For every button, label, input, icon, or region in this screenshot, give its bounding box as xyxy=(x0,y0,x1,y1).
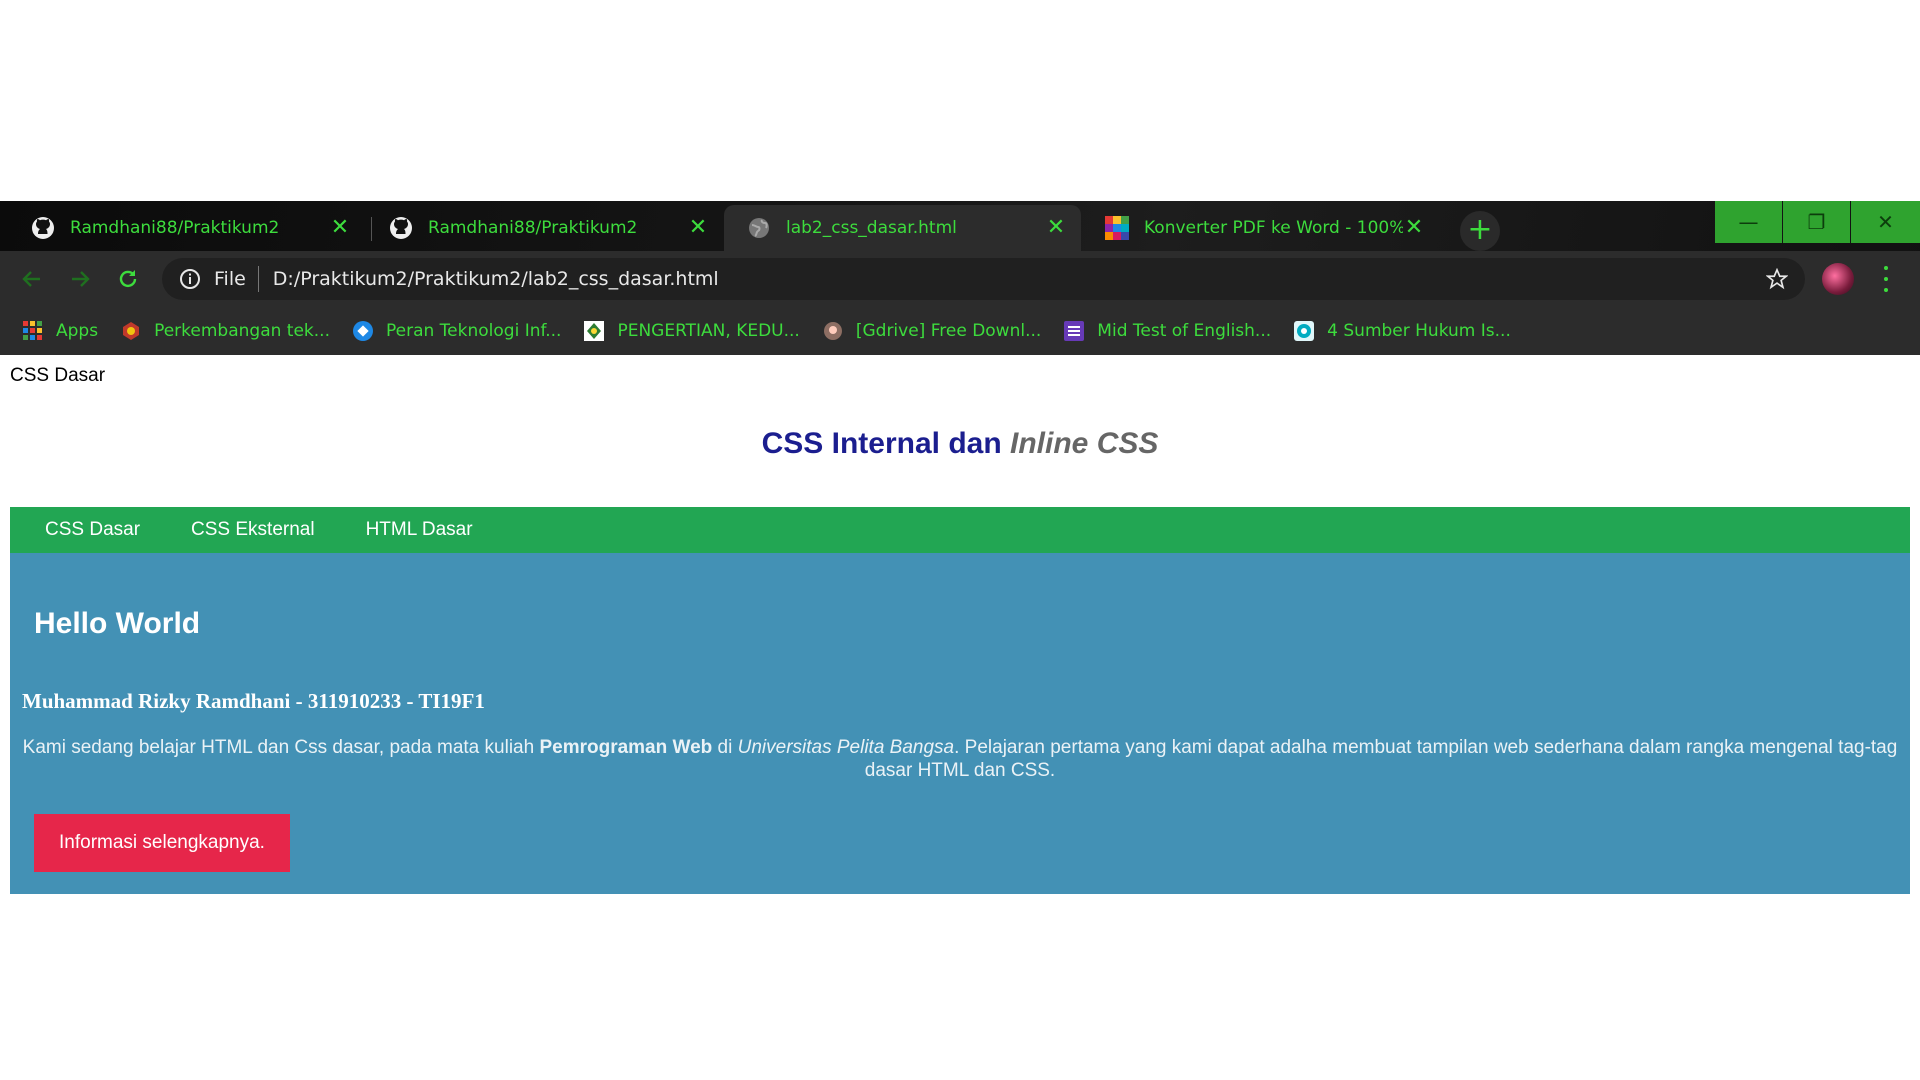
nav-link-css-eksternal[interactable]: CSS Eksternal xyxy=(166,507,341,553)
back-button[interactable] xyxy=(14,261,50,297)
hello-heading: Hello World xyxy=(34,607,201,640)
bookmark-site-icon xyxy=(583,320,605,342)
nav-bar: CSS Dasar CSS Eksternal HTML Dasar xyxy=(10,507,1910,553)
desc-italic: Universitas Pelita Bangsa xyxy=(737,737,955,758)
bookmarks-bar: Apps Perkembangan tek... Peran Teknologi… xyxy=(0,307,1920,355)
content-panel: Hello World Muhammad Rizky Ramdhani - 31… xyxy=(10,553,1910,894)
reload-button[interactable] xyxy=(110,261,146,297)
forms-icon xyxy=(1063,320,1085,342)
bookmark-item[interactable]: Mid Test of English... xyxy=(1063,320,1271,342)
desc-part1: Kami sedang belajar HTML dan Css dasar, … xyxy=(22,737,540,758)
tab-konverter[interactable]: Konverter PDF ke Word - 100% G ✕ xyxy=(1082,205,1439,251)
star-icon[interactable] xyxy=(1757,259,1797,299)
reload-icon xyxy=(119,270,137,288)
profile-avatar[interactable] xyxy=(1822,263,1854,295)
address-bar[interactable]: File D:/Praktikum2/Praktikum2/lab2_css_d… xyxy=(162,258,1805,300)
forward-button[interactable] xyxy=(62,261,98,297)
bookmark-label: PENGERTIAN, KEDU... xyxy=(617,321,800,341)
tab-github-1[interactable]: Ramdhani88/Praktikum2 ✕ xyxy=(8,205,365,251)
info-icon xyxy=(180,269,200,289)
github-icon xyxy=(30,215,56,241)
bookmark-site-icon xyxy=(352,320,374,342)
bookmark-label: Perkembangan tek... xyxy=(154,321,330,341)
more-info-button[interactable]: Informasi selengkapnya. xyxy=(34,814,290,872)
arrow-left-icon xyxy=(22,271,40,287)
url-text[interactable]: D:/Praktikum2/Praktikum2/lab2_css_dasar.… xyxy=(273,268,1757,290)
browser-window: Ramdhani88/Praktikum2 ✕ Ramdhani88/Prakt… xyxy=(0,201,1920,355)
scheme-label: File xyxy=(214,268,246,290)
minimize-button[interactable]: — xyxy=(1715,201,1782,243)
desc-part3: . Pelajaran pertama yang kami dapat adal… xyxy=(864,737,1898,781)
tab-lab2-active[interactable]: lab2_css_dasar.html ✕ xyxy=(724,205,1081,251)
new-tab-button[interactable]: + xyxy=(1460,211,1500,251)
close-icon[interactable]: ✕ xyxy=(1045,217,1067,239)
tab-github-2[interactable]: Ramdhani88/Praktikum2 ✕ xyxy=(366,205,723,251)
close-icon[interactable]: ✕ xyxy=(1403,217,1425,239)
heading-italic: Inline CSS xyxy=(1010,427,1159,460)
page-heading: CSS Internal dan Inline CSS xyxy=(0,427,1920,461)
apps-grid-icon xyxy=(22,320,44,342)
bookmark-item[interactable]: Perkembangan tek... xyxy=(120,320,330,342)
close-icon[interactable]: ✕ xyxy=(329,217,351,239)
bookmark-site-icon xyxy=(1293,320,1315,342)
desc-part2: di xyxy=(712,737,738,758)
nav-link-css-dasar[interactable]: CSS Dasar xyxy=(10,507,166,553)
close-icon[interactable]: ✕ xyxy=(687,217,709,239)
tab-title: Ramdhani88/Praktikum2 xyxy=(70,218,280,238)
tab-title: Konverter PDF ke Word - 100% G xyxy=(1144,218,1403,238)
window-close-button[interactable]: ✕ xyxy=(1851,201,1920,243)
bookmark-label: 4 Sumber Hukum Is... xyxy=(1327,321,1511,341)
bookmark-apps[interactable]: Apps xyxy=(22,320,98,342)
bookmark-site-icon xyxy=(120,320,142,342)
divider xyxy=(257,266,259,292)
bookmark-label: Mid Test of English... xyxy=(1097,321,1272,341)
arrow-right-icon xyxy=(72,271,90,287)
heading-main: CSS Internal dan xyxy=(761,427,1011,460)
restore-button[interactable]: ❐ xyxy=(1783,201,1850,243)
globe-icon xyxy=(746,215,772,241)
bookmark-item[interactable]: 4 Sumber Hukum Is... xyxy=(1293,320,1511,342)
toolbar: File D:/Praktikum2/Praktikum2/lab2_css_d… xyxy=(0,251,1920,307)
github-icon xyxy=(388,215,414,241)
web-page: CSS Dasar CSS Internal dan Inline CSS CS… xyxy=(0,355,1920,1080)
tab-strip: Ramdhani88/Praktikum2 ✕ Ramdhani88/Prakt… xyxy=(0,201,1920,251)
tab-title: lab2_css_dasar.html xyxy=(786,218,957,238)
smallpdf-icon xyxy=(1104,215,1130,241)
bookmark-label: Apps xyxy=(56,321,99,341)
bookmark-item[interactable]: Peran Teknologi Inf... xyxy=(352,320,561,342)
description-paragraph: Kami sedang belajar HTML dan Css dasar, … xyxy=(22,736,1898,782)
bookmark-item[interactable]: PENGERTIAN, KEDU... xyxy=(583,320,800,342)
menu-dots-icon[interactable] xyxy=(1874,263,1898,295)
bookmark-label: Peran Teknologi Inf... xyxy=(385,321,562,341)
bookmark-site-icon xyxy=(822,320,844,342)
nav-link-html-dasar[interactable]: HTML Dasar xyxy=(341,507,499,553)
tab-title: Ramdhani88/Praktikum2 xyxy=(428,218,638,238)
bookmark-label: [Gdrive] Free Downl... xyxy=(855,321,1042,341)
document-title: CSS Dasar xyxy=(10,365,106,386)
desc-bold: Pemrograman Web xyxy=(539,737,713,758)
bookmark-item[interactable]: [Gdrive] Free Downl... xyxy=(822,320,1041,342)
student-info: Muhammad Rizky Ramdhani - 311910233 - TI… xyxy=(22,689,485,713)
